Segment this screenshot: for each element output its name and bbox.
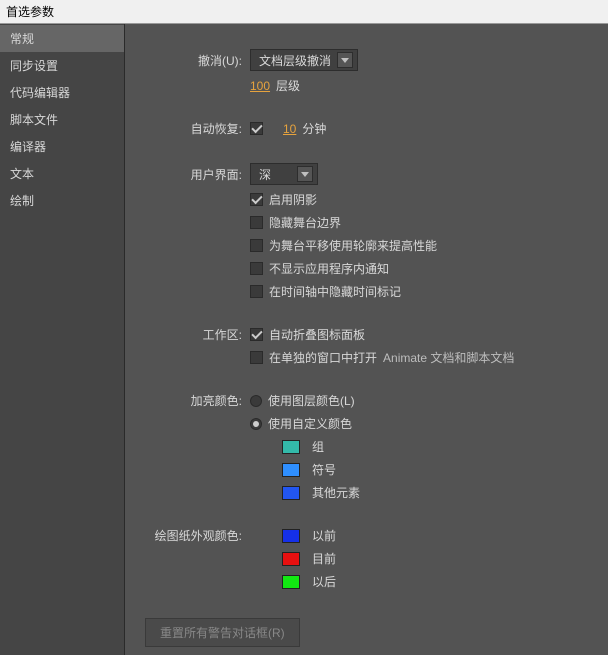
swatch-after[interactable] [282,575,300,589]
ui-hide-stage-border-label: 隐藏舞台边界 [269,214,341,231]
undo-dropdown-value: 文档层级撤消 [259,52,331,69]
sidebar-item-code-editor[interactable]: 代码编辑器 [0,79,124,106]
sidebar-item-sync[interactable]: 同步设置 [0,52,124,79]
highlight-custom-color-radio[interactable] [250,418,262,430]
swatch-group[interactable] [282,440,300,454]
sidebar-item-text[interactable]: 文本 [0,160,124,187]
undo-levels-value[interactable]: 100 [250,79,270,93]
chevron-down-icon [297,166,313,182]
autorecover-minutes[interactable]: 10 [283,122,296,136]
swatch-other-label: 其他元素 [312,484,360,501]
main: 常规 同步设置 代码编辑器 脚本文件 编译器 文本 绘制 撤消(U): 文档层级… [0,24,608,655]
sidebar-item-script[interactable]: 脚本文件 [0,106,124,133]
ui-theme-dropdown[interactable]: 深 [250,163,318,185]
sidebar-item-compiler[interactable]: 编译器 [0,133,124,160]
workspace-collapse-checkbox[interactable] [250,328,263,341]
swatch-other[interactable] [282,486,300,500]
ui-hide-stage-border-checkbox[interactable] [250,216,263,229]
content-panel: 撤消(U): 文档层级撤消 100 层级 自动恢复: 10 分 [125,24,608,655]
highlight-custom-color-label: 使用自定义颜色 [268,415,352,432]
swatch-before[interactable] [282,529,300,543]
workspace-collapse-label: 自动折叠图标面板 [269,326,365,343]
ui-label: 用户界面: [135,166,250,183]
undo-dropdown[interactable]: 文档层级撤消 [250,49,358,71]
highlight-layer-color-label: 使用图层颜色(L) [268,392,355,409]
swatch-current-label: 目前 [312,550,336,567]
window-title: 首选参数 [0,0,608,24]
swatch-current[interactable] [282,552,300,566]
ui-pan-outline-checkbox[interactable] [250,239,263,252]
sidebar: 常规 同步设置 代码编辑器 脚本文件 编译器 文本 绘制 [0,24,125,655]
autorecover-unit: 分钟 [302,120,326,137]
undo-label: 撤消(U): [135,52,250,69]
undo-levels-unit: 层级 [276,77,300,94]
autorecover-label: 自动恢复: [135,120,250,137]
workspace-separate-window-checkbox[interactable] [250,351,263,364]
ui-pan-outline-label: 为舞台平移使用轮廓来提高性能 [269,237,437,254]
ui-hide-timemarks-label: 在时间轴中隐藏时间标记 [269,283,401,300]
ui-hide-notifications-label: 不显示应用程序内通知 [269,260,389,277]
autorecover-checkbox[interactable] [250,122,263,135]
workspace-label: 工作区: [135,326,250,343]
reset-warnings-button[interactable]: 重置所有警告对话框(R) [145,618,300,647]
highlight-layer-color-radio[interactable] [250,395,262,407]
ui-shadow-checkbox[interactable] [250,193,263,206]
ui-theme-value: 深 [259,166,271,183]
workspace-separate-window-suffix: Animate 文档和脚本文档 [383,349,514,366]
ui-shadow-label: 启用阴影 [269,191,317,208]
sidebar-item-general[interactable]: 常规 [0,25,124,52]
swatch-before-label: 以前 [312,527,336,544]
swatch-group-label: 组 [312,438,324,455]
ui-hide-timemarks-checkbox[interactable] [250,285,263,298]
ui-hide-notifications-checkbox[interactable] [250,262,263,275]
highlight-label: 加亮颜色: [135,392,250,409]
swatch-symbol[interactable] [282,463,300,477]
workspace-separate-window-label: 在单独的窗口中打开 [269,349,377,366]
sidebar-item-draw[interactable]: 绘制 [0,187,124,214]
chevron-down-icon [337,52,353,68]
outline-label: 绘图纸外观颜色: [135,527,250,544]
swatch-after-label: 以后 [312,573,336,590]
swatch-symbol-label: 符号 [312,461,336,478]
